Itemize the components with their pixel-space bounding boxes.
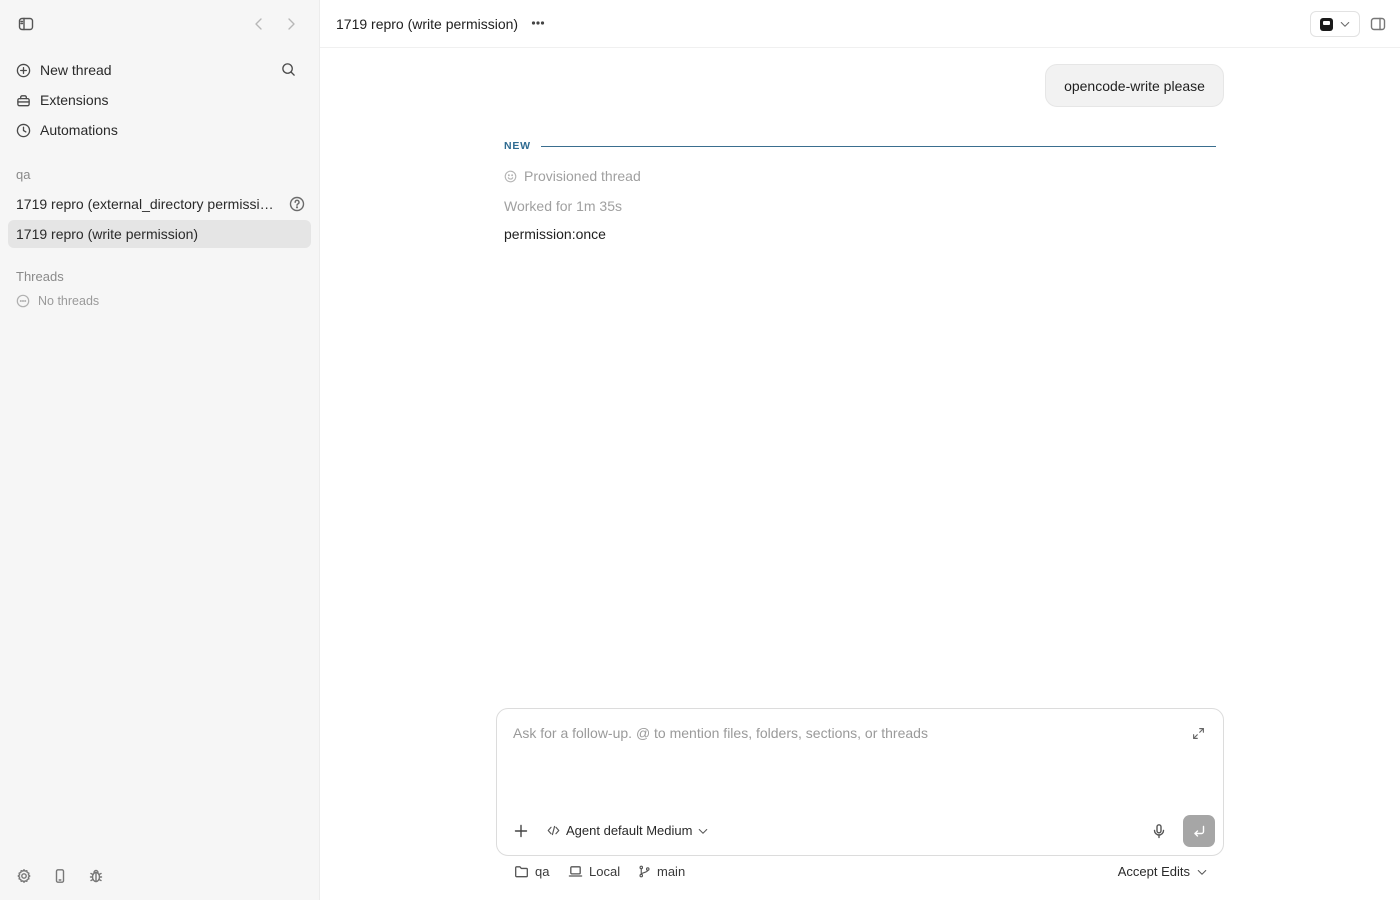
- divider-line: [540, 145, 1216, 147]
- agent-selector-button[interactable]: Agent default Medium: [547, 823, 709, 838]
- chevron-down-icon: [1197, 869, 1207, 875]
- extensions-icon: [17, 94, 30, 106]
- chevron-right-icon[interactable]: [283, 16, 299, 32]
- chevron-down-icon: [1340, 21, 1349, 27]
- model-selector-button[interactable]: [1310, 11, 1360, 37]
- follow-up-input[interactable]: [513, 725, 1173, 741]
- gear-icon[interactable]: [16, 868, 32, 884]
- sidebar-top-bar: [16, 14, 305, 34]
- new-thread-button[interactable]: New thread: [8, 56, 311, 84]
- question-circle-icon[interactable]: [289, 196, 305, 212]
- thread-item-label: 1719 repro (write permission): [16, 226, 199, 242]
- bug-icon[interactable]: [88, 868, 104, 884]
- accept-edits-dropdown[interactable]: Accept Edits: [1118, 864, 1208, 879]
- smiley-icon: [504, 170, 517, 182]
- extensions-label: Extensions: [40, 92, 109, 108]
- environment-label: Local: [589, 864, 621, 879]
- automations-button[interactable]: Automations: [8, 116, 311, 144]
- chevron-left-icon[interactable]: [251, 16, 267, 32]
- expand-icon[interactable]: [1192, 727, 1205, 740]
- folder-selector[interactable]: qa: [514, 864, 549, 879]
- chevron-down-icon: [699, 828, 708, 834]
- add-attachment-icon[interactable]: [513, 823, 529, 839]
- no-threads-label: No threads: [38, 294, 100, 308]
- new-thread-label: New thread: [40, 62, 112, 78]
- sidebar: New thread Extensions Automations qa 171…: [0, 0, 320, 900]
- search-icon[interactable]: [281, 62, 305, 77]
- new-label: NEW: [504, 140, 531, 152]
- composer-footer: qa Local main Accept Edits: [514, 864, 1208, 882]
- worked-duration[interactable]: Worked for 1m 35s: [504, 198, 622, 214]
- thread-item-label: 1719 repro (external_directory permissio…: [16, 196, 278, 212]
- branch-selector[interactable]: main: [638, 864, 685, 879]
- sidebar-footer: [16, 868, 104, 884]
- right-panel-toggle-icon[interactable]: [1370, 16, 1386, 32]
- send-icon: [1194, 825, 1205, 837]
- microphone-icon[interactable]: [1151, 823, 1167, 839]
- more-options-icon[interactable]: [530, 15, 546, 31]
- thread-header: 1719 repro (write permission): [320, 0, 1400, 48]
- sidebar-toggle-icon[interactable]: [18, 16, 34, 32]
- provisioned-label: Provisioned thread: [524, 168, 641, 184]
- git-branch-icon: [639, 865, 650, 878]
- laptop-icon: [568, 866, 583, 877]
- environment-selector[interactable]: Local: [568, 864, 620, 879]
- threads-section-label: Threads: [16, 269, 64, 284]
- agent-selector-label: Agent default Medium: [566, 823, 693, 838]
- extensions-button[interactable]: Extensions: [8, 86, 311, 114]
- new-messages-divider: NEW: [504, 139, 1216, 153]
- folder-icon: [515, 866, 528, 878]
- no-threads-status: No threads: [16, 294, 99, 308]
- automations-label: Automations: [40, 122, 118, 138]
- thread-title: 1719 repro (write permission): [336, 16, 519, 32]
- clock-icon: [16, 123, 31, 137]
- composer: Agent default Medium: [496, 708, 1224, 856]
- chat-bubble-icon: [16, 294, 30, 308]
- project-label[interactable]: qa: [16, 167, 30, 182]
- user-message-bubble: opencode-write please: [1045, 64, 1224, 107]
- thread-item-external-directory[interactable]: 1719 repro (external_directory permissio…: [8, 190, 311, 218]
- thread-item-write-permission[interactable]: 1719 repro (write permission): [8, 220, 311, 248]
- folder-label: qa: [535, 864, 550, 879]
- assistant-output: permission:once: [504, 226, 606, 242]
- provisioned-thread-status: Provisioned thread: [504, 168, 641, 184]
- code-icon: [547, 825, 560, 836]
- send-button[interactable]: [1183, 815, 1215, 847]
- user-message-text: opencode-write please: [1064, 77, 1205, 94]
- plus-circle-icon: [16, 63, 31, 77]
- branch-label: main: [657, 864, 686, 879]
- accept-edits-label: Accept Edits: [1117, 864, 1190, 879]
- model-logo-icon: [1319, 17, 1333, 31]
- mobile-device-icon[interactable]: [52, 868, 68, 884]
